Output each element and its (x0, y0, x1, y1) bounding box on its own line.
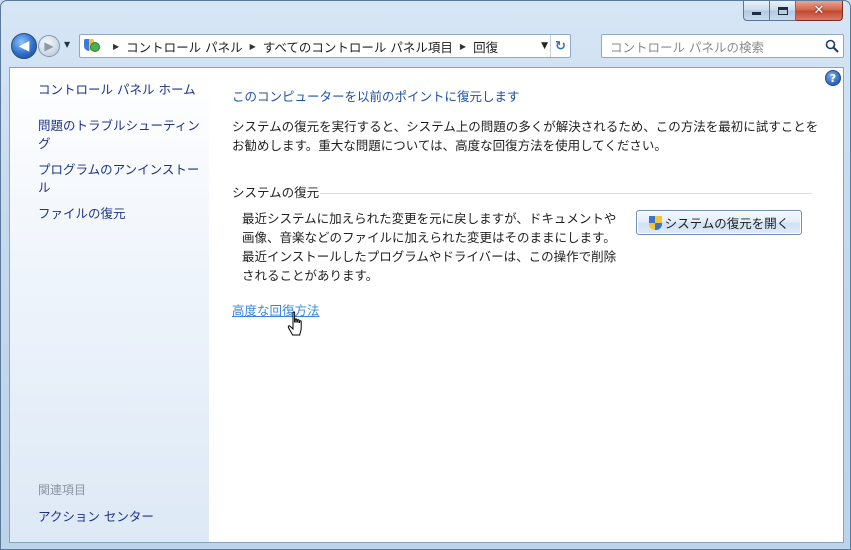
uac-shield-icon (648, 215, 662, 230)
breadcrumb-all-items[interactable]: すべてのコントロール パネル項目 (263, 37, 453, 56)
related-items-heading: 関連項目 (38, 483, 87, 497)
sidebar-link-uninstall[interactable]: プログラムのアンインストール (38, 161, 203, 197)
page-description: システムの復元を実行すると、システム上の問題の多くが解決されるため、この方法を最… (232, 119, 819, 153)
recent-pages-dropdown[interactable]: ▼ (64, 40, 70, 49)
open-system-restore-label: システムの復元を開く (664, 216, 790, 231)
chevron-right-icon[interactable]: ▶ (250, 42, 256, 51)
maximize-button[interactable] (770, 1, 796, 21)
maximize-icon (777, 6, 788, 15)
breadcrumb-recovery[interactable]: 回復 (473, 37, 498, 56)
chevron-right-icon[interactable]: ▶ (460, 42, 466, 51)
refresh-icon: ↻ (555, 38, 566, 54)
breadcrumb-control-panel[interactable]: コントロール パネル (126, 37, 242, 56)
back-arrow-icon: ◀ (18, 38, 30, 54)
task-sidebar: コントロール パネル ホーム 問題のトラブルシューティング プログラムのアンイン… (10, 68, 209, 542)
search-input[interactable]: コントロール パネルの検索 (610, 37, 821, 56)
caption-buttons: ✕ (743, 1, 843, 22)
control-panel-window: ✕ ◀ ▶ ▼ ▶ コントロール パネル ▶ すべてのコントロール パネル項目 … (0, 0, 851, 550)
sidebar-link-file-restore[interactable]: ファイルの復元 (38, 205, 203, 223)
page-title: このコンピューターを以前のポイントに復元します (232, 89, 520, 104)
help-icon[interactable]: ? (825, 70, 841, 86)
refresh-button[interactable]: ↻ (550, 35, 570, 57)
address-dropdown-icon[interactable]: ▼ (541, 41, 548, 51)
navigation-bar: ◀ ▶ ▼ ▶ コントロール パネル ▶ すべてのコントロール パネル項目 ▶ … (9, 31, 844, 61)
search-box[interactable]: コントロール パネルの検索 (601, 34, 844, 58)
open-system-restore-button[interactable]: システムの復元を開く (636, 210, 802, 235)
forward-arrow-icon: ▶ (44, 39, 54, 53)
sidebar-link-action-center[interactable]: アクション センター (38, 506, 154, 525)
hand-pointer-icon (287, 311, 302, 336)
content-area: コントロール パネル ホーム 問題のトラブルシューティング プログラムのアンイン… (9, 67, 844, 543)
forward-button[interactable]: ▶ (38, 35, 60, 57)
minimize-button[interactable] (743, 1, 770, 21)
system-restore-description: 最近システムに加えられた変更を元に戻しますが、ドキュメントや画像、音楽などのファ… (242, 211, 617, 283)
close-button[interactable]: ✕ (796, 1, 843, 21)
minimize-icon (752, 12, 761, 15)
search-icon[interactable] (821, 39, 843, 53)
back-button[interactable]: ◀ (11, 33, 37, 59)
control-panel-icon (84, 38, 100, 54)
sidebar-link-troubleshooting[interactable]: 問題のトラブルシューティング (38, 117, 203, 153)
chevron-right-icon[interactable]: ▶ (113, 42, 119, 51)
system-restore-group-label: システムの復元 (232, 185, 320, 200)
group-divider (320, 193, 812, 194)
close-icon: ✕ (813, 3, 825, 18)
address-bar[interactable]: ▶ コントロール パネル ▶ すべてのコントロール パネル項目 ▶ 回復 ▼ ↻ (79, 34, 571, 58)
sidebar-link-home[interactable]: コントロール パネル ホーム (38, 81, 203, 99)
